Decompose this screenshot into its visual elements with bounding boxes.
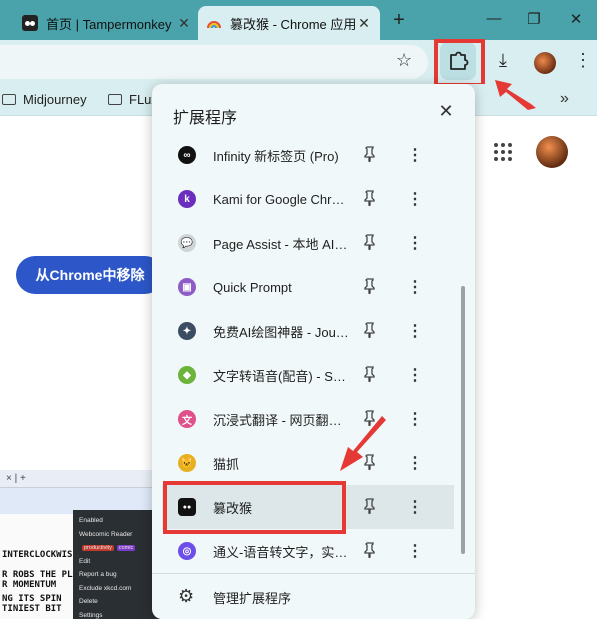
arrow-to-tampermonkey-row	[340, 416, 386, 471]
annotation-arrows	[340, 80, 536, 471]
arrow-to-extensions-button	[495, 80, 536, 110]
